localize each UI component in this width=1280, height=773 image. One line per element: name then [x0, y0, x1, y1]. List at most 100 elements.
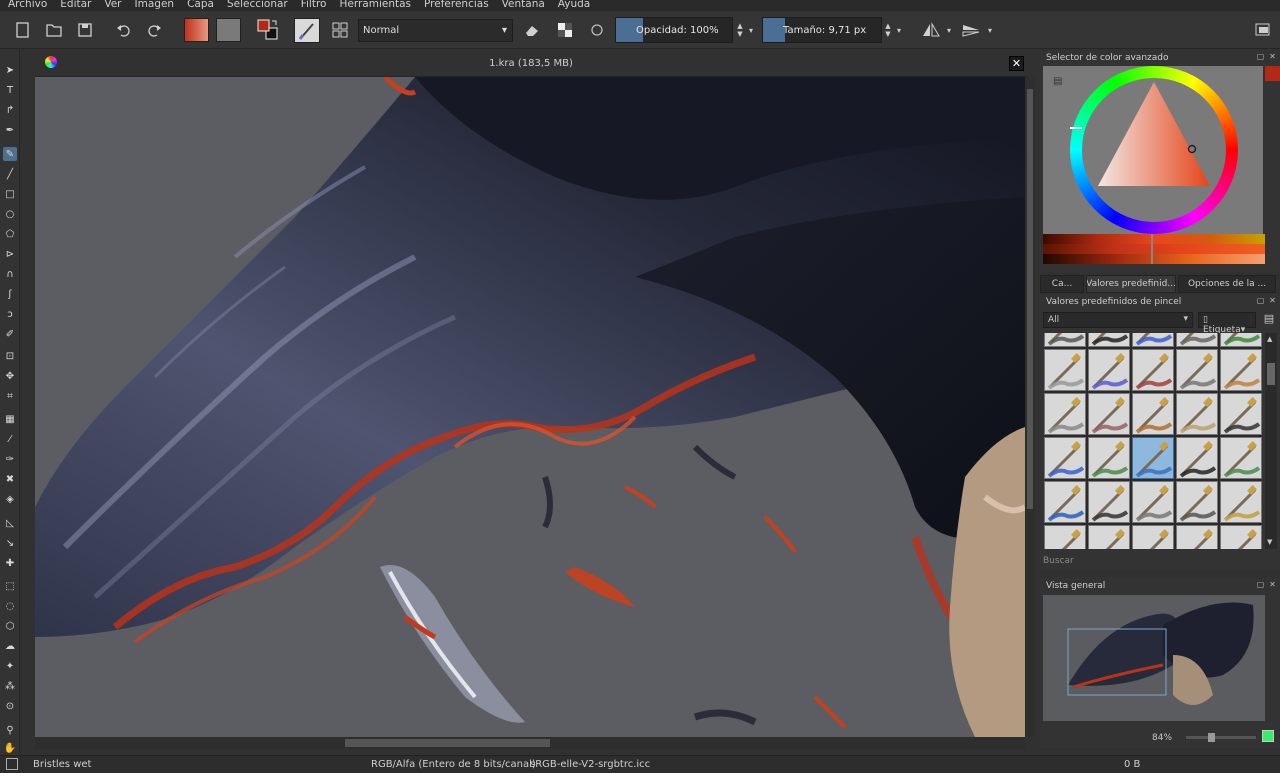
- menu-item-preferencias[interactable]: Preferencias: [416, 0, 494, 11]
- brush-preset-item[interactable]: [1176, 481, 1218, 523]
- chevron-down-icon[interactable]: ▾: [945, 18, 953, 42]
- zoom-tool-icon[interactable]: ⚲: [3, 723, 17, 737]
- bezier-select-icon[interactable]: ⊙: [3, 699, 17, 713]
- multibrush-icon[interactable]: ✐: [3, 327, 17, 341]
- brush-preset-item[interactable]: [1220, 481, 1262, 523]
- current-color-swatch[interactable]: [1265, 66, 1280, 81]
- text-tool-icon[interactable]: T: [3, 83, 17, 97]
- select-shapes-icon[interactable]: ➤: [3, 63, 17, 77]
- canvas-vertical-scrollbar[interactable]: [1025, 77, 1035, 737]
- new-document-icon[interactable]: [12, 18, 34, 42]
- chevron-down-icon[interactable]: ▾: [895, 18, 903, 42]
- blend-mode-select[interactable]: Normal ▾: [358, 19, 513, 42]
- freehand-path-icon[interactable]: ʃ: [3, 287, 17, 301]
- save-icon[interactable]: [74, 18, 96, 42]
- chevron-down-icon[interactable]: ▾: [747, 18, 755, 42]
- overview-thumbnail[interactable]: [1043, 595, 1265, 721]
- brush-preset-item[interactable]: [1044, 333, 1086, 347]
- tag-filter-select[interactable]: All ▾: [1043, 312, 1193, 328]
- menu-item-filtro[interactable]: Filtro: [293, 0, 332, 11]
- fill-tool-icon[interactable]: ◈: [3, 492, 17, 506]
- colorize-mask-icon[interactable]: ✑: [3, 452, 17, 466]
- rect-select-icon[interactable]: ⬚: [3, 579, 17, 593]
- brush-search-input[interactable]: Buscar: [1043, 556, 1074, 566]
- menu-item-seleccionar[interactable]: Seleccionar: [219, 0, 293, 11]
- close-panel-icon[interactable]: ✕: [1268, 52, 1277, 61]
- polyline-tool-icon[interactable]: ⊳: [3, 247, 17, 261]
- chevron-down-icon[interactable]: ▾: [986, 18, 994, 42]
- menu-item-editar[interactable]: Editar: [52, 0, 96, 11]
- opacity-slider[interactable]: Opacidad: 100%: [615, 17, 733, 43]
- mirror-horizontal-icon[interactable]: [918, 18, 944, 42]
- preserve-alpha-icon[interactable]: [554, 18, 576, 42]
- color-picker-icon[interactable]: ⁄: [3, 432, 17, 446]
- opacity-spin-icon[interactable]: ▲ ▼: [735, 18, 745, 42]
- dynamic-brush-icon[interactable]: ↄ: [3, 307, 17, 321]
- menu-item-archivo[interactable]: Archivo: [0, 0, 52, 11]
- zoom-slider[interactable]: [1186, 733, 1256, 742]
- line-tool-icon[interactable]: ╱: [3, 167, 17, 181]
- size-slider[interactable]: Tamaño: 9,71 px: [762, 17, 882, 43]
- reference-tool-icon[interactable]: ✚: [3, 556, 17, 570]
- brush-preset-item[interactable]: [1220, 437, 1262, 479]
- close-document-icon[interactable]: ✕: [1009, 56, 1024, 71]
- ellipse-tool-icon[interactable]: ○: [3, 207, 17, 221]
- close-panel-icon[interactable]: ✕: [1268, 580, 1277, 589]
- brush-preset-item[interactable]: [1132, 349, 1174, 391]
- brush-preset-item[interactable]: [1044, 481, 1086, 523]
- gradient-tool-icon[interactable]: ▦: [3, 412, 17, 426]
- preset-scroll-thumb[interactable]: [1267, 363, 1275, 385]
- drawing-canvas[interactable]: [35, 77, 1025, 737]
- edit-shapes-icon[interactable]: ↱: [3, 103, 17, 117]
- calligraphy-icon[interactable]: ✒: [3, 123, 17, 137]
- zoom-slider-handle[interactable]: [1208, 733, 1215, 742]
- brush-preset-item[interactable]: [1088, 393, 1130, 435]
- rectangle-tool-icon[interactable]: □: [3, 187, 17, 201]
- menu-item-herramientas[interactable]: Herramientas: [331, 0, 416, 11]
- workspace-icon[interactable]: [1252, 18, 1274, 42]
- float-panel-icon[interactable]: ▢: [1256, 296, 1265, 305]
- redo-icon[interactable]: [143, 18, 165, 42]
- smart-patch-icon[interactable]: ✖: [3, 472, 17, 486]
- vertical-scroll-thumb[interactable]: [1027, 89, 1033, 509]
- brush-preset-item[interactable]: [1132, 437, 1174, 479]
- close-panel-icon[interactable]: ✕: [1268, 296, 1277, 305]
- menu-item-ayuda[interactable]: Ayuda: [550, 0, 595, 11]
- overview-fit-icon[interactable]: [1262, 730, 1274, 742]
- brush-settings-icon[interactable]: [329, 18, 351, 42]
- polygon-select-icon[interactable]: ⬡: [3, 619, 17, 633]
- brush-preset-item[interactable]: [1176, 349, 1218, 391]
- brush-preset-item[interactable]: [1220, 349, 1262, 391]
- brush-preset-item[interactable]: [1132, 333, 1174, 347]
- brush-preset-item[interactable]: [1220, 393, 1262, 435]
- brush-preset-item[interactable]: [1132, 481, 1174, 523]
- crop-tool-icon[interactable]: ⌗: [3, 389, 17, 403]
- color-history-strip[interactable]: [1043, 234, 1265, 264]
- brush-preset-item[interactable]: [1044, 525, 1086, 549]
- foreground-background-color[interactable]: [254, 18, 282, 42]
- tag-button[interactable]: ▯ Etiqueta▾: [1198, 312, 1256, 335]
- scroll-up-icon[interactable]: ▲: [1267, 335, 1272, 343]
- open-folder-icon[interactable]: [43, 18, 65, 42]
- brush-preset-item[interactable]: [1132, 525, 1174, 549]
- brush-preset-item[interactable]: [1176, 437, 1218, 479]
- pattern-preset-button[interactable]: [216, 18, 241, 42]
- brush-preset-item[interactable]: [1088, 437, 1130, 479]
- ellipse-select-icon[interactable]: ◌: [3, 599, 17, 613]
- tab-tool-options[interactable]: Opciones de la ...: [1178, 275, 1276, 293]
- tab-brush-presets[interactable]: Valores predefinid...: [1086, 275, 1176, 293]
- menu-item-ventana[interactable]: Ventana: [494, 0, 550, 11]
- freehand-brush-icon[interactable]: ✎: [3, 147, 17, 161]
- pan-tool-icon[interactable]: ✋: [3, 741, 17, 755]
- horizontal-scroll-thumb[interactable]: [345, 739, 550, 747]
- menu-item-imagen[interactable]: Imagen: [127, 0, 180, 11]
- mirror-vertical-icon[interactable]: [958, 18, 984, 42]
- tab-canales[interactable]: Ca...: [1040, 275, 1084, 293]
- undo-icon[interactable]: [113, 18, 135, 42]
- reload-preset-icon[interactable]: [586, 18, 608, 42]
- brush-preset-item[interactable]: [1220, 525, 1262, 549]
- scroll-down-icon[interactable]: ▼: [1267, 538, 1272, 546]
- bezier-tool-icon[interactable]: ∩: [3, 267, 17, 281]
- float-panel-icon[interactable]: ▢: [1256, 52, 1265, 61]
- brush-preset-item[interactable]: [1220, 333, 1262, 347]
